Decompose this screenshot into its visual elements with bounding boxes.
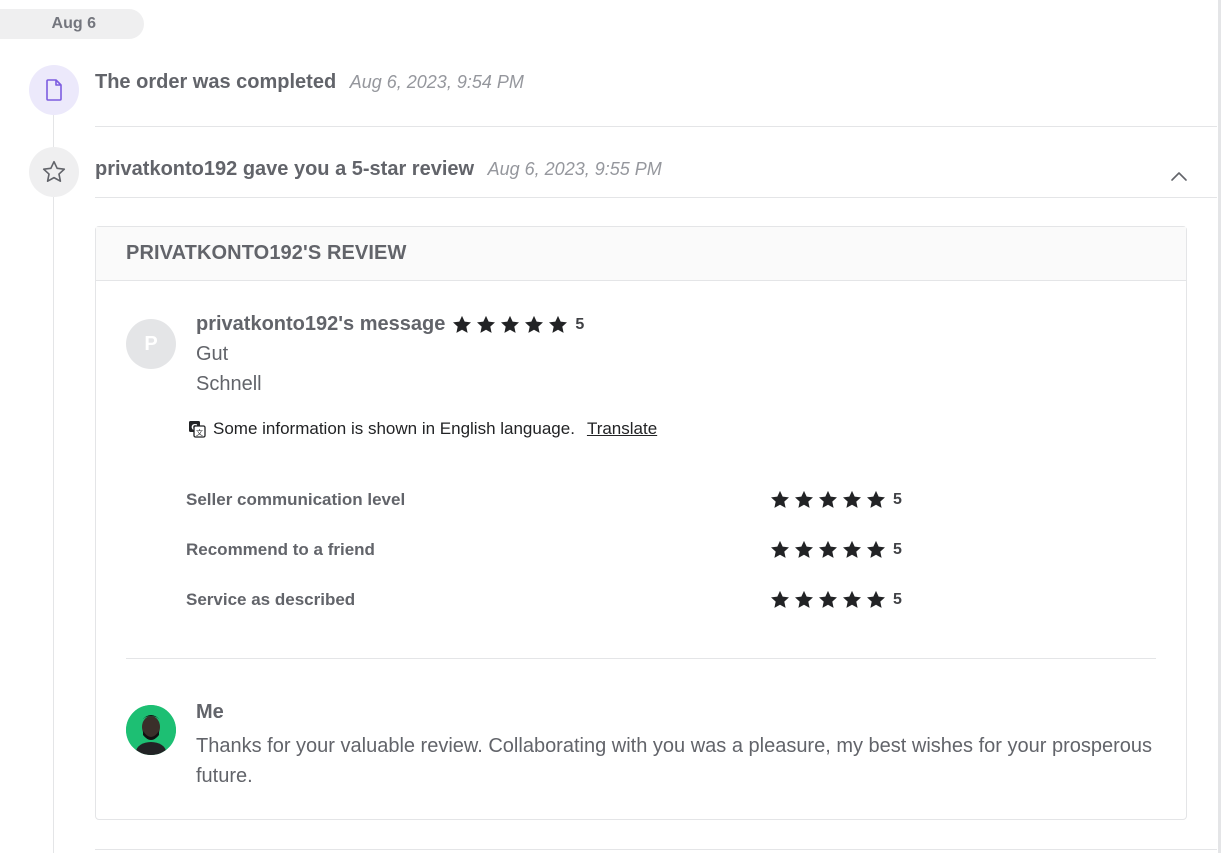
date-separator: Aug 6 <box>0 9 144 39</box>
star-filled-icon <box>795 490 813 508</box>
event-timestamp: Aug 6, 2023, 9:55 PM <box>487 159 662 179</box>
rating-value: 5 <box>893 541 902 558</box>
rating-value: 5 <box>893 491 902 508</box>
star-rating: 5 <box>769 539 902 561</box>
star-filled-icon <box>867 540 885 558</box>
message-line: Schnell <box>196 373 262 395</box>
divider <box>95 197 1217 198</box>
rating-row-service: Service as described 5 <box>186 589 906 611</box>
translation-notice-text: Some information is shown in English lan… <box>213 419 575 438</box>
review-card: PRIVATKONTO192'S REVIEW P privatkonto192… <box>95 226 1187 820</box>
star-filled-icon <box>867 490 885 508</box>
star-filled-icon <box>477 315 496 333</box>
divider <box>95 849 1217 850</box>
buyer-avatar: P <box>126 319 176 369</box>
star-filled-icon <box>843 590 861 608</box>
rating-row-communication: Seller communication level 5 <box>186 489 906 511</box>
reply-author: Me <box>196 701 224 723</box>
star-filled-icon <box>819 590 837 608</box>
rating-label: Seller communication level <box>186 490 406 509</box>
event-title: The order was completed <box>95 71 337 93</box>
svg-text:文: 文 <box>196 428 203 437</box>
star-filled-icon <box>771 540 789 558</box>
star-filled-icon <box>795 540 813 558</box>
star-rating: 5 <box>769 489 902 511</box>
rating-label: Recommend to a friend <box>186 540 375 559</box>
translate-icon: G 文 <box>189 421 206 438</box>
rating-row-recommend: Recommend to a friend 5 <box>186 539 906 561</box>
star-filled-icon <box>843 490 861 508</box>
divider <box>126 658 1156 659</box>
star-filled-icon <box>843 540 861 558</box>
review-header-title: PRIVATKONTO192'S REVIEW <box>126 242 407 264</box>
star-filled-icon <box>795 590 813 608</box>
event-review: privatkonto192 gave you a 5-star review … <box>95 158 662 181</box>
reply-text: Thanks for your valuable review. Collabo… <box>196 735 1153 787</box>
star-filled-icon <box>819 540 837 558</box>
translate-link[interactable]: Translate <box>587 419 657 439</box>
collapse-button[interactable] <box>1168 165 1190 187</box>
rating-label: Service as described <box>186 590 356 609</box>
star-filled-icon <box>525 315 544 333</box>
translation-notice: G 文 Some information is shown in English… <box>188 419 657 439</box>
review-header: PRIVATKONTO192'S REVIEW <box>96 227 1186 281</box>
timeline-line <box>53 112 54 853</box>
star-filled-icon <box>771 490 789 508</box>
buyer-message-header: privatkonto192's message 5 <box>196 313 584 336</box>
event-order-completed: The order was completed Aug 6, 2023, 9:5… <box>95 71 524 94</box>
date-label: Aug 6 <box>51 15 96 32</box>
star-filled-icon <box>453 315 472 333</box>
star-filled-icon <box>501 315 520 333</box>
rating-value: 5 <box>893 591 902 608</box>
divider <box>95 126 1217 127</box>
star-outline-icon <box>29 147 79 197</box>
avatar-letter: P <box>144 332 158 355</box>
star-filled-icon <box>771 590 789 608</box>
star-rating: 5 <box>451 314 584 336</box>
star-filled-icon <box>549 315 568 333</box>
star-rating: 5 <box>769 589 902 611</box>
event-title: privatkonto192 gave you a 5-star review <box>95 158 475 180</box>
document-icon <box>29 65 79 115</box>
message-line: Gut <box>196 343 229 365</box>
star-filled-icon <box>819 490 837 508</box>
buyer-message-title: privatkonto192's message <box>196 313 446 335</box>
chevron-up-icon <box>1171 172 1187 181</box>
rating-value: 5 <box>575 315 585 333</box>
star-filled-icon <box>867 590 885 608</box>
seller-avatar <box>126 705 176 755</box>
event-timestamp: Aug 6, 2023, 9:54 PM <box>349 72 524 92</box>
